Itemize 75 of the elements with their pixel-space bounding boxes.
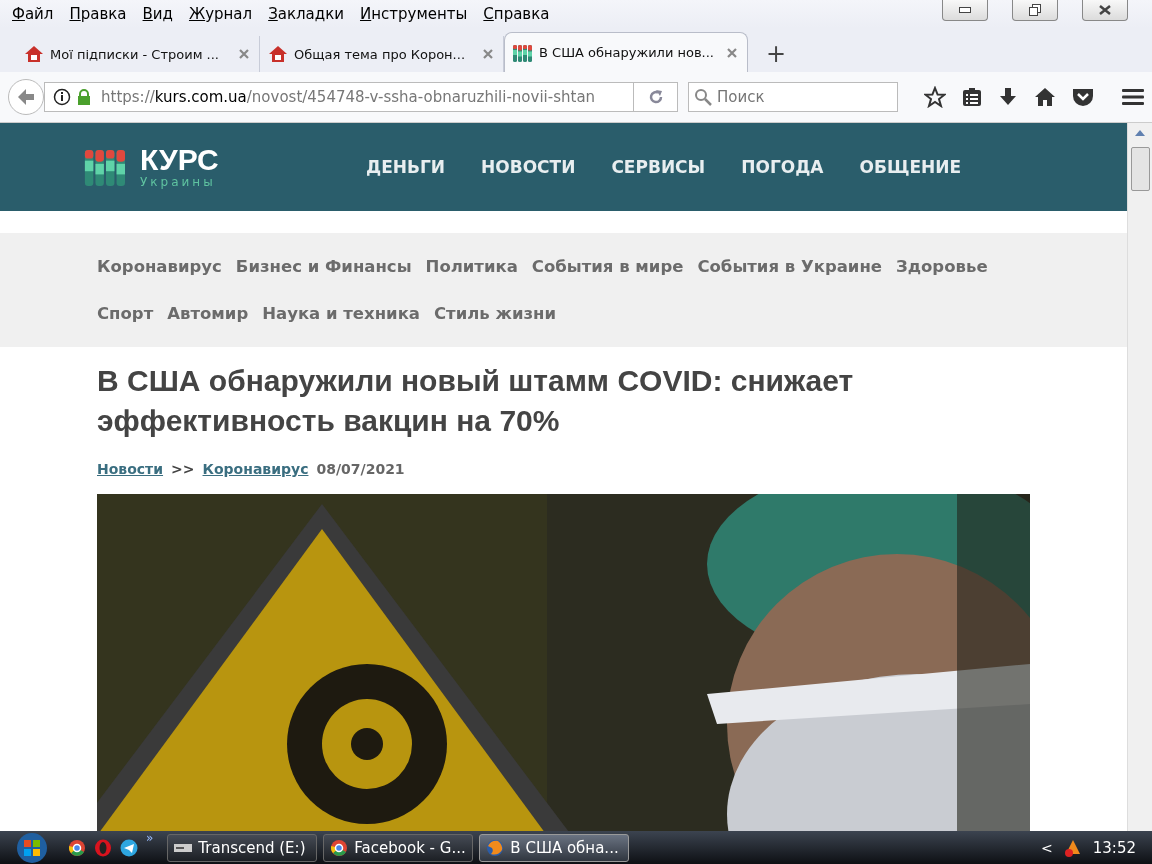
close-tab-icon[interactable] bbox=[239, 49, 249, 59]
back-button[interactable] bbox=[8, 79, 44, 115]
drive-icon bbox=[174, 843, 193, 853]
nav-link[interactable]: НОВОСТИ bbox=[481, 157, 576, 177]
download-icon[interactable] bbox=[998, 87, 1018, 107]
nav-link[interactable]: СЕРВИСЫ bbox=[611, 157, 706, 177]
menu-item[interactable]: Журнал bbox=[180, 5, 261, 23]
search-field[interactable]: Поиск bbox=[688, 82, 898, 112]
breadcrumb-link[interactable]: Новости bbox=[97, 461, 164, 477]
minimize-button[interactable] bbox=[942, 0, 988, 21]
chrome-icon bbox=[330, 839, 349, 857]
breadcrumb-separator: >> bbox=[171, 461, 195, 477]
close-icon bbox=[1098, 5, 1112, 15]
reload-button[interactable] bbox=[634, 82, 678, 112]
tray-expand-icon[interactable]: < bbox=[1041, 840, 1053, 856]
site-logo[interactable]: КУРС bbox=[140, 145, 219, 175]
firefox-icon bbox=[486, 839, 505, 857]
category-link[interactable]: Политика bbox=[425, 257, 518, 276]
category-link[interactable]: События в мире bbox=[531, 257, 684, 276]
lock-icon bbox=[77, 89, 91, 105]
taskbar-button[interactable]: Transcend (E:) bbox=[167, 834, 318, 862]
site-tagline: Украины bbox=[140, 175, 217, 189]
menu-icon[interactable] bbox=[1122, 88, 1144, 106]
category-link[interactable]: Автомир bbox=[167, 304, 249, 323]
new-tab-button[interactable]: + bbox=[754, 40, 799, 72]
scrollbar-thumb[interactable] bbox=[1131, 147, 1150, 191]
menu-item[interactable]: Правка bbox=[61, 5, 135, 23]
close-tab-icon[interactable] bbox=[483, 49, 493, 59]
clock[interactable]: 13:52 bbox=[1092, 839, 1136, 857]
category-link[interactable]: Наука и техника bbox=[262, 304, 420, 323]
menu-item[interactable]: Вид bbox=[134, 5, 181, 23]
telegram-icon[interactable] bbox=[120, 839, 138, 857]
menu-item[interactable]: Файл bbox=[4, 5, 62, 23]
close-button[interactable] bbox=[1082, 0, 1128, 21]
back-arrow-icon bbox=[16, 88, 36, 106]
category-link[interactable]: Здоровье bbox=[896, 257, 988, 276]
close-tab-icon[interactable] bbox=[727, 47, 737, 58]
reading-list-icon[interactable] bbox=[962, 87, 982, 107]
category-link[interactable]: Коронавирус bbox=[97, 257, 222, 276]
home-icon[interactable] bbox=[1034, 87, 1056, 107]
taskbar-button[interactable]: В США обна... bbox=[479, 834, 630, 862]
category-link[interactable]: Стиль жизни bbox=[434, 304, 557, 323]
nav-link[interactable]: ОБЩЕНИЕ bbox=[859, 157, 962, 177]
menu-item[interactable]: Справка bbox=[475, 5, 558, 23]
menu-item[interactable]: Закладки bbox=[260, 5, 352, 23]
address-field[interactable]: https://kurs.com.ua/novost/454748-v-ssha-obnaruzhili-novii-shtan bbox=[44, 82, 634, 112]
info-icon[interactable] bbox=[53, 88, 71, 106]
scrollbar[interactable] bbox=[1127, 123, 1152, 831]
menu-item[interactable]: Инструменты bbox=[352, 5, 476, 23]
nav-link[interactable]: ПОГОДА bbox=[741, 157, 824, 177]
reload-icon bbox=[647, 89, 664, 105]
scroll-up-icon[interactable] bbox=[1135, 130, 1145, 136]
network-warning-icon[interactable] bbox=[1062, 838, 1083, 858]
star-icon[interactable] bbox=[924, 86, 946, 108]
category-link[interactable]: Спорт bbox=[97, 304, 154, 323]
search-icon bbox=[694, 88, 712, 106]
chrome-icon bbox=[68, 839, 86, 857]
opera-icon[interactable] bbox=[94, 839, 112, 857]
browser-tab[interactable]: В США обнаружили нов... bbox=[504, 32, 748, 72]
minimize-icon bbox=[959, 7, 971, 13]
restore-icon bbox=[1029, 4, 1041, 16]
bars-logo-icon bbox=[513, 43, 533, 62]
nav-link[interactable]: ДЕНЬГИ bbox=[366, 157, 445, 177]
house-icon bbox=[268, 45, 288, 63]
category-link[interactable]: Бизнес и Финансы bbox=[235, 257, 412, 276]
house-icon bbox=[24, 45, 44, 63]
taskbar-button[interactable]: Facebook - G... bbox=[323, 834, 474, 862]
pocket-icon[interactable] bbox=[1072, 87, 1094, 107]
article-date: 08/07/2021 bbox=[316, 461, 405, 477]
breadcrumb-link[interactable]: Коронавирус bbox=[202, 461, 309, 477]
category-link[interactable]: События в Украине bbox=[697, 257, 882, 276]
bars-logo-icon bbox=[84, 148, 128, 186]
restore-button[interactable] bbox=[1012, 0, 1058, 21]
article-title: В США обнаружили новый штамм COVID: снижает эффективность вакцин на 70% bbox=[97, 363, 855, 439]
more-icon[interactable]: » bbox=[146, 831, 154, 845]
